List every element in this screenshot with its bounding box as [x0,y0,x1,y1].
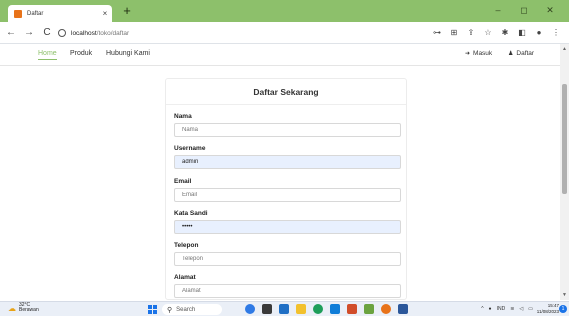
password-input[interactable] [174,220,401,234]
edge-browser-icon[interactable] [313,304,323,314]
favicon-icon [14,9,22,18]
profile-avatar-icon[interactable]: ● [532,27,546,39]
daftar-link[interactable]: ♟ Daftar [508,50,534,57]
window-controls: – ◻ ✕ [485,3,563,17]
taskbar: ☁ 32°C Berawan ⚲ Search ^ ● IND ≋ ◁ ▭ 15… [0,301,569,316]
chrome-browser-icon[interactable] [381,304,391,314]
telepon-input[interactable] [174,252,401,266]
alamat-label: Alamat [174,274,196,281]
nama-label: Nama [174,113,192,120]
search-icon: ⚲ [167,306,173,314]
address-bar: ← → C localhost/toko/daftar ⊶ ⊞ ⇪ ☆ ✱ ◧ … [0,22,569,44]
url-path: /toko/daftar [96,29,130,37]
user-plus-icon: ♟ [508,51,514,57]
toolbar-icons: ⊶ ⊞ ⇪ ☆ ✱ ◧ ● ⋮ [427,27,563,39]
tab-title: Daftar [27,10,44,17]
url-host: localhost [71,29,97,37]
wifi-icon[interactable]: ≋ [510,306,514,312]
battery-icon[interactable]: ▭ [528,306,533,312]
form-title: Daftar Sekarang [253,87,319,97]
new-tab-button[interactable]: + [120,4,134,18]
weather-widget[interactable]: ☁ 32°C Berawan [8,303,39,313]
cloud-sun-icon: ☁ [8,303,16,313]
terminal-app-icon[interactable] [364,304,374,314]
username-input[interactable] [174,155,401,169]
telepon-label: Telepon [174,242,199,249]
share-icon[interactable]: ⇪ [464,27,478,39]
email-input[interactable] [174,188,401,202]
tab-close-icon[interactable]: × [98,9,112,18]
url-field[interactable]: localhost/toko/daftar [58,25,438,41]
tray-app-icon[interactable]: ● [489,306,492,312]
clock-date: 11/08/2023 [536,309,559,314]
notification-badge[interactable]: 1 [559,305,567,313]
bookmark-star-icon[interactable]: ☆ [481,27,495,39]
volume-icon[interactable]: ◁ [519,306,523,312]
copilot-app-icon[interactable] [245,304,255,314]
close-window-button[interactable]: ✕ [537,3,563,17]
nav-hubungi-link[interactable]: Hubungi Kami [106,50,150,57]
store-app-icon[interactable] [347,304,357,314]
task-view-icon[interactable] [262,304,272,314]
back-button[interactable]: ← [4,27,18,38]
translate-icon[interactable]: ⊞ [447,27,461,39]
nama-input[interactable] [174,123,401,137]
extensions-icon[interactable]: ✱ [498,27,512,39]
weather-desc: Berawan [19,307,39,313]
menu-icon[interactable]: ⋮ [549,27,563,39]
daftar-label: Daftar [516,50,535,57]
taskbar-search[interactable]: ⚲ Search [162,304,222,315]
browser-tab-bar: Daftar × + – ◻ ✕ [0,0,569,22]
search-placeholder: Search [176,306,196,313]
nav-produk-link[interactable]: Produk [70,50,92,57]
windows-start-icon[interactable] [148,305,157,314]
alamat-input[interactable] [174,284,401,298]
register-card: Daftar Sekarang Nama Username Email Kata… [165,78,407,300]
username-label: Username [174,145,206,152]
taskbar-clock[interactable]: 15:47 11/08/2023 [537,303,559,315]
divider [166,104,406,105]
weather-text: 32°C Berawan [19,303,39,313]
masuk-link[interactable]: ➜ Masuk [465,50,492,57]
forward-button[interactable]: → [22,27,36,38]
url-text: localhost/toko/daftar [71,30,129,37]
login-icon: ➜ [465,51,471,57]
chat-app-icon[interactable] [279,304,289,314]
mail-app-icon[interactable] [330,304,340,314]
masuk-label: Masuk [473,50,493,57]
vscode-app-icon[interactable] [398,304,408,314]
language-indicator[interactable]: IND [497,306,506,312]
nav-home-link[interactable]: Home [38,50,57,60]
kata-sandi-label: Kata Sandi [174,210,208,217]
scroll-up-icon[interactable]: ▲ [562,46,567,52]
scroll-thumb[interactable] [562,84,567,194]
system-tray: ^ ● IND ≋ ◁ ▭ [476,306,533,312]
email-label: Email [174,178,192,185]
browser-tab[interactable]: Daftar × [8,5,112,22]
minimize-button[interactable]: – [485,3,511,17]
maximize-button[interactable]: ◻ [511,3,537,17]
file-explorer-icon[interactable] [296,304,306,314]
scroll-down-icon[interactable]: ▼ [562,292,567,298]
page-scrollbar[interactable]: ▲ ▼ [560,44,569,300]
reload-button[interactable]: C [40,27,54,38]
site-navbar: Home Produk Hubungi Kami ➜ Masuk ♟ Dafta… [0,44,560,66]
taskbar-apps [245,304,415,314]
sidebar-icon[interactable]: ◧ [515,27,529,39]
site-info-icon[interactable] [58,29,66,37]
key-icon[interactable]: ⊶ [430,27,444,39]
tray-chevron-icon[interactable]: ^ [481,306,483,312]
